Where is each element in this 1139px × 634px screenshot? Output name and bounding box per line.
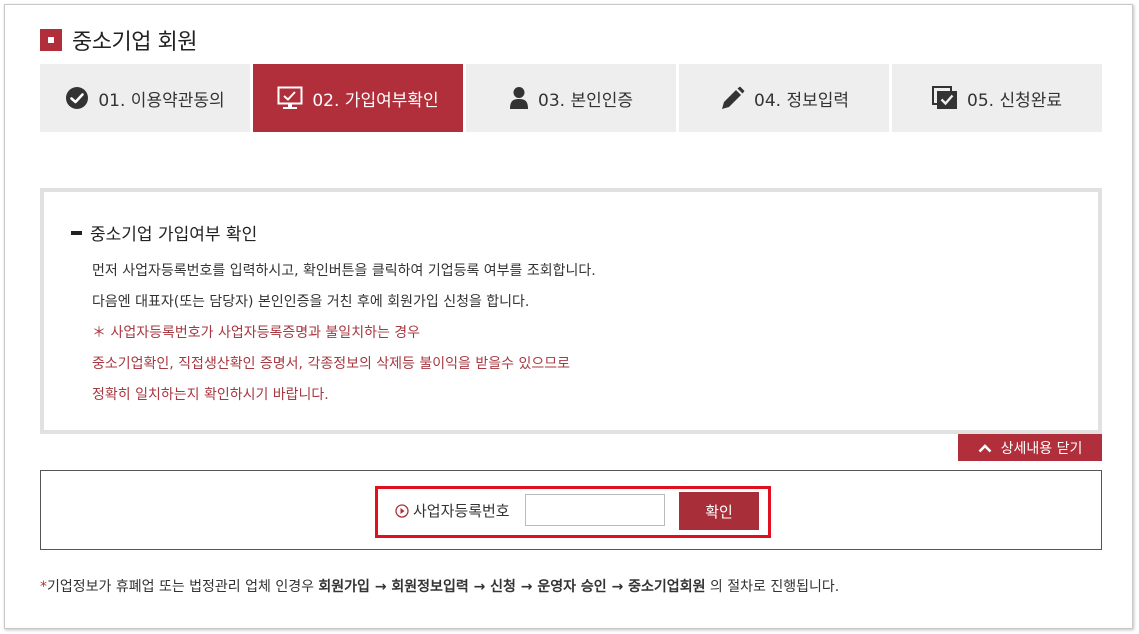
details-toggle-label: 상세내용 닫기 [1000,440,1083,457]
person-icon [510,87,528,109]
business-number-label-text: 사업자등록번호 [413,502,510,520]
note-suffix: 의 절차로 진행됩니다. [705,579,840,595]
details-toggle-button[interactable]: 상세내용 닫기 [958,434,1102,461]
title-square-icon [40,29,62,51]
monitor-icon [277,86,303,109]
pencil-icon [722,86,745,109]
page-title-text: 중소기업 회원 [72,30,197,55]
info-warning-line: ＊ 사업자등록번호가 사업자등록증명과 불일치하는 경우 [92,325,421,341]
info-box: 중소기업 가입여부 확인 먼저 사업자등록번호를 입력하시고, 확인버튼을 클릭… [40,188,1102,434]
heading-dash-icon [71,230,82,235]
step-complete-label: 05. 신청완료 [967,90,1062,111]
step-membership-check-label: 02. 가입여부확인 [312,90,439,111]
check-circle-icon [66,87,89,109]
step-terms[interactable]: 01. 이용약관동의 [40,64,250,132]
note-prefix: 기업정보가 휴폐업 또는 법정관리 업체 인경우 [47,579,319,595]
document-check-icon [932,86,957,109]
step-membership-check[interactable]: 02. 가입여부확인 [253,64,463,132]
business-number-label: 사업자등록번호 [395,500,510,521]
business-number-input[interactable] [525,494,665,526]
info-warning-line: 중소기업확인, 직접생산확인 증명서, 각종정보의 삭제등 불이익을 받을수 있… [92,356,570,372]
arrow-circle-icon [395,503,409,518]
process-note: *기업정보가 휴폐업 또는 법정관리 업체 인경우 회원가입 → 회원정보입력 … [40,576,839,596]
info-heading: 중소기업 가입여부 확인 [71,220,257,245]
info-line: 먼저 사업자등록번호를 입력하시고, 확인버튼을 클릭하여 기업등록 여부를 조… [92,263,596,279]
step-terms-label: 01. 이용약관동의 [98,90,225,111]
step-info-input-label: 04. 정보입력 [754,90,849,111]
confirm-button[interactable]: 확인 [679,492,759,530]
step-identity[interactable]: 03. 본인인증 [466,64,676,132]
info-heading-text: 중소기업 가입여부 확인 [90,225,258,245]
step-identity-label: 03. 본인인증 [538,90,633,111]
note-star: * [40,579,47,595]
step-tabs: 01. 이용약관동의 02. 가입여부확인 03. 본인인증 04. 정보입력 … [40,64,1102,132]
page-title: 중소기업 회원 [40,28,197,55]
step-info-input[interactable]: 04. 정보입력 [679,64,889,132]
info-warning-line: 정확히 일치하는지 확인하시기 바랍니다. [92,387,329,403]
info-line: 다음엔 대표자(또는 담당자) 본인인증을 거친 후에 회원가입 신청을 합니다… [92,294,530,310]
note-flow: 회원가입 → 회원정보입력 → 신청 → 운영자 승인 → 중소기업회원 [318,579,706,595]
step-complete[interactable]: 05. 신청완료 [892,64,1102,132]
chevron-up-icon [978,443,992,452]
